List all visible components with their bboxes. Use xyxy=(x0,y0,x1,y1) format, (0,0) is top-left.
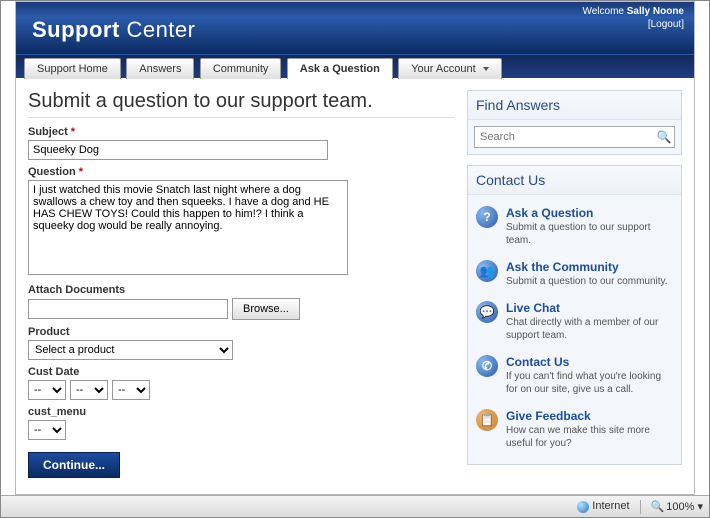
app-header: Support Center Welcome Sally Noone [Logo… xyxy=(16,2,694,54)
tab-community[interactable]: Community xyxy=(200,58,282,79)
divider xyxy=(28,117,455,118)
custdate-select-2[interactable]: -- xyxy=(70,380,108,400)
globe-icon xyxy=(577,501,589,513)
custmenu-label: cust_menu xyxy=(28,406,455,418)
logout-link[interactable]: [Logout] xyxy=(582,18,684,31)
browser-statusbar: Internet 🔍100% ▾ xyxy=(1,495,709,517)
tab-your-account[interactable]: Your Account xyxy=(398,58,501,79)
product-select[interactable]: Select a product xyxy=(28,340,233,360)
find-answers-panel: Find Answers 🔍 xyxy=(467,90,682,155)
attach-label: Attach Documents xyxy=(28,284,455,296)
contact-us-panel: Contact Us ? Ask a Question Submit a que… xyxy=(467,165,682,465)
contact-item-title: Ask a Question xyxy=(506,206,673,220)
page-title: Submit a question to our support team. xyxy=(28,90,455,113)
welcome-prefix: Welcome xyxy=(582,6,624,17)
question-label: Question * xyxy=(28,166,455,178)
user-name: Sally Noone xyxy=(627,6,684,17)
question-textarea[interactable]: I just watched this movie Snatch last ni… xyxy=(28,180,348,275)
contact-item-contact-us[interactable]: ✆ Contact Us If you can't find what you'… xyxy=(474,350,675,404)
contact-item-ask-question[interactable]: ? Ask a Question Submit a question to ou… xyxy=(474,201,675,255)
contact-item-live-chat[interactable]: 💬 Live Chat Chat directly with a member … xyxy=(474,296,675,350)
clipboard-icon: 📋 xyxy=(476,409,498,431)
main-form: Submit a question to our support team. S… xyxy=(28,90,455,478)
contact-item-desc: Submit a question to our support team. xyxy=(506,221,673,247)
app-title-bold: Support xyxy=(32,17,120,42)
custdate-select-1[interactable]: -- xyxy=(28,380,66,400)
chat-icon: 💬 xyxy=(476,301,498,323)
required-mark: * xyxy=(71,126,75,138)
welcome-block: Welcome Sally Noone [Logout] xyxy=(582,5,684,31)
tab-your-account-label: Your Account xyxy=(411,63,475,75)
contact-item-desc: Chat directly with a member of our suppo… xyxy=(506,316,673,342)
sidebar: Find Answers 🔍 Contact Us ? xyxy=(467,90,682,478)
tab-support-home[interactable]: Support Home xyxy=(24,58,121,79)
subject-label: Subject * xyxy=(28,126,455,138)
find-answers-title: Find Answers xyxy=(468,91,681,120)
contact-item-feedback[interactable]: 📋 Give Feedback How can we make this sit… xyxy=(474,404,675,458)
chevron-down-icon xyxy=(483,67,489,71)
contact-item-title: Contact Us xyxy=(506,355,673,369)
custdate-label: Cust Date xyxy=(28,366,455,378)
continue-button[interactable]: Continue... xyxy=(28,452,120,478)
contact-item-title: Give Feedback xyxy=(506,409,673,423)
attach-input[interactable] xyxy=(28,299,228,319)
contact-item-desc: If you can't find what you're looking fo… xyxy=(506,370,673,396)
app-title-light: Center xyxy=(126,17,195,42)
tab-ask-question[interactable]: Ask a Question xyxy=(287,58,393,79)
zoom-level[interactable]: 🔍100% ▾ xyxy=(651,500,703,513)
browse-button[interactable]: Browse... xyxy=(232,298,300,320)
subject-input[interactable] xyxy=(28,140,328,160)
contact-item-ask-community[interactable]: 👥 Ask the Community Submit a question to… xyxy=(474,255,675,296)
search-input[interactable] xyxy=(475,129,654,145)
search-row: 🔍 xyxy=(474,126,675,148)
contact-us-title: Contact Us xyxy=(468,166,681,195)
zoom-icon: 🔍 xyxy=(651,500,665,513)
contact-item-desc: How can we make this site more useful fo… xyxy=(506,424,673,450)
search-icon[interactable]: 🔍 xyxy=(654,130,674,144)
contact-item-desc: Submit a question to our community. xyxy=(506,275,668,288)
security-zone: Internet xyxy=(577,500,629,512)
tab-answers[interactable]: Answers xyxy=(126,58,194,79)
community-icon: 👥 xyxy=(476,260,498,282)
product-label: Product xyxy=(28,326,455,338)
contact-item-title: Ask the Community xyxy=(506,260,668,274)
contact-item-title: Live Chat xyxy=(506,301,673,315)
custmenu-select[interactable]: -- xyxy=(28,420,66,440)
phone-icon: ✆ xyxy=(476,355,498,377)
question-icon: ? xyxy=(476,206,498,228)
custdate-select-3[interactable]: -- xyxy=(112,380,150,400)
nav-tabs: Support Home Answers Community Ask a Que… xyxy=(16,54,694,78)
status-separator xyxy=(640,500,641,514)
required-mark: * xyxy=(79,166,83,178)
